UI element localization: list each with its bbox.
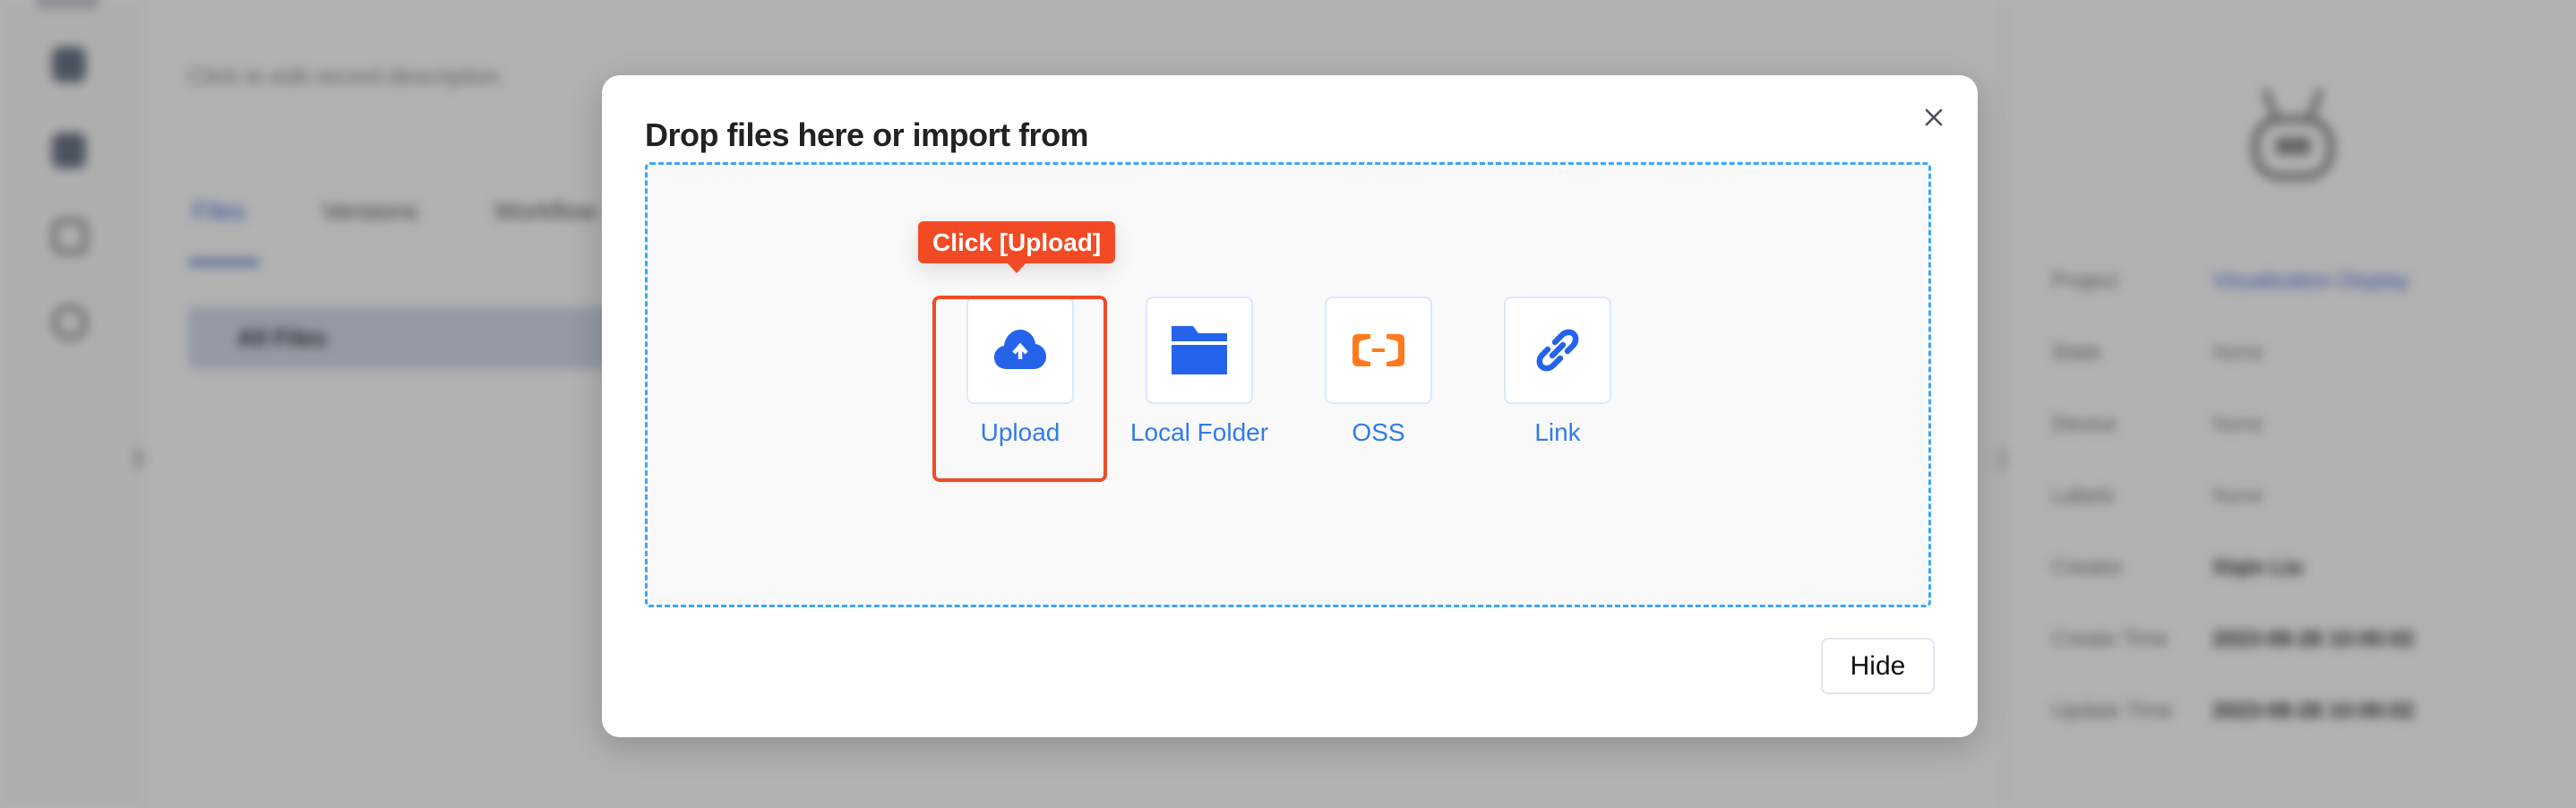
oss-tile[interactable] bbox=[1325, 297, 1432, 404]
source-local-folder-button[interactable]: Local Folder bbox=[1128, 297, 1271, 447]
hide-button[interactable]: Hide bbox=[1821, 638, 1935, 694]
link-tile[interactable] bbox=[1504, 297, 1611, 404]
import-files-modal: Drop files here or import from Upload Lo… bbox=[602, 75, 1978, 737]
source-link-button[interactable]: Link bbox=[1486, 297, 1629, 447]
close-icon bbox=[1925, 108, 1943, 126]
link-label: Link bbox=[1534, 418, 1581, 446]
local-folder-label: Local Folder bbox=[1129, 418, 1269, 446]
oss-icon bbox=[1352, 334, 1404, 366]
modal-title: Drop files here or import from bbox=[645, 116, 1089, 153]
local-folder-tile[interactable] bbox=[1146, 297, 1253, 404]
oss-label: OSS bbox=[1352, 418, 1405, 446]
folder-icon bbox=[1172, 326, 1227, 374]
link-icon bbox=[1536, 329, 1579, 372]
source-oss-button[interactable]: OSS bbox=[1307, 297, 1450, 447]
upload-highlight-box bbox=[932, 296, 1107, 482]
instruction-tooltip: Click [Upload] bbox=[918, 221, 1116, 273]
file-dropzone[interactable] bbox=[645, 162, 1931, 607]
close-button[interactable] bbox=[1919, 102, 1949, 133]
